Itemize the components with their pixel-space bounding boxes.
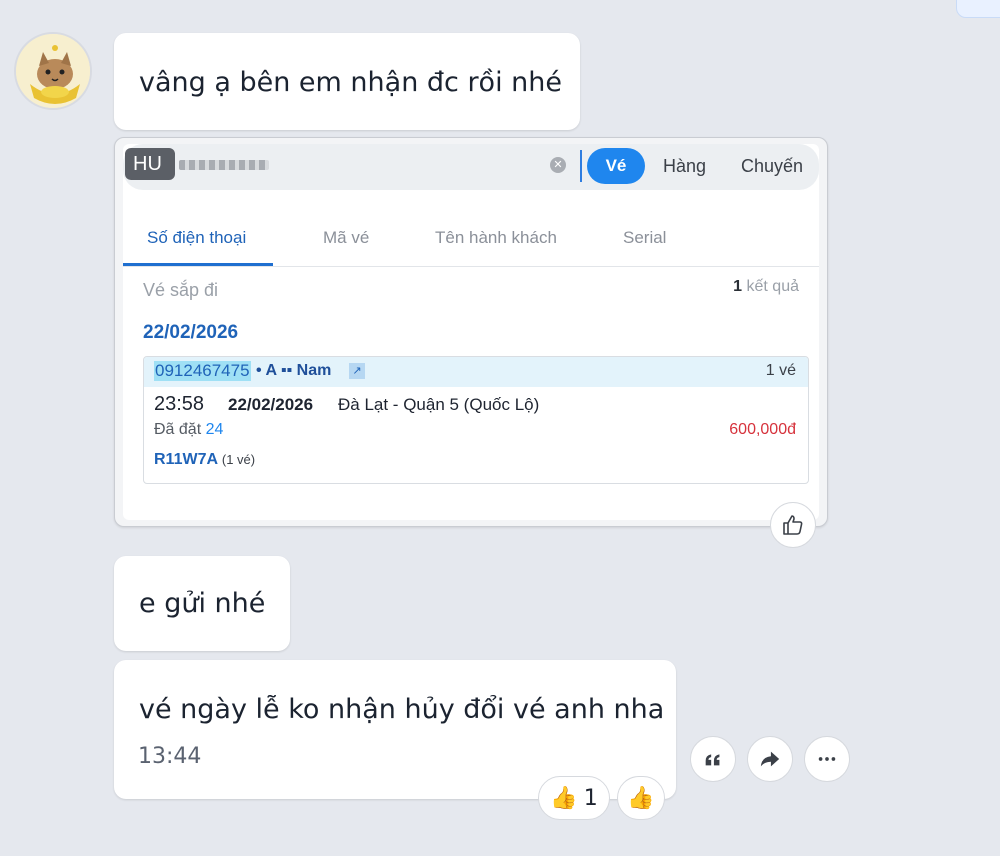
tab-phone: Số điện thoại	[147, 228, 247, 247]
ticket-phone: 0912467475	[154, 361, 251, 381]
thumbs-up-icon	[783, 515, 803, 535]
message-text: vâng ạ bên em nhận đc rồi nhé	[139, 67, 562, 98]
quote-button[interactable]	[690, 736, 736, 782]
redacted-search-text	[179, 160, 269, 170]
message-text: vé ngày lễ ko nhận hủy đổi vé anh nha	[139, 694, 665, 725]
ticket-code: R11W7A (1 vé)	[154, 451, 256, 468]
active-tab-underline	[123, 263, 273, 266]
cat-avatar-image	[16, 34, 90, 108]
previous-message-bubble	[956, 0, 1000, 18]
like-reaction-button[interactable]: 👍	[617, 776, 665, 820]
ticket-card: 0912467475 • A ▪▪ Nam ↗ 1 vé 23:58 22/02…	[143, 356, 809, 484]
forward-button[interactable]	[747, 736, 793, 782]
segment-hang: Hàng	[663, 156, 707, 176]
share-icon	[760, 751, 780, 767]
more-options-button[interactable]	[804, 736, 850, 782]
tab-ticket-code: Mã vé	[323, 228, 370, 247]
segment-chuyen: Chuyến	[741, 156, 804, 176]
tab-serial: Serial	[623, 228, 667, 247]
section-label: Vé sắp đi	[143, 280, 219, 300]
message-bubble[interactable]: e gửi nhé	[114, 556, 290, 651]
ticket-price: 600,000đ	[729, 421, 796, 438]
reaction-count: 1	[583, 785, 598, 811]
search-separator	[580, 150, 582, 182]
ticket-search-screenshot: HU ✕ Vé Hàng Chuyến Số điện thoại Mã vé …	[123, 144, 819, 520]
more-icon	[818, 757, 836, 761]
tab-passenger-name: Tên hành khách	[435, 228, 557, 247]
segment-ve: Vé	[587, 148, 645, 184]
react-button[interactable]	[770, 502, 816, 548]
quote-icon	[705, 754, 720, 766]
message-bubble[interactable]: vâng ạ bên em nhận đc rồi nhé	[114, 33, 580, 130]
reaction-summary[interactable]: 👍 1	[538, 776, 610, 820]
search-tabs: Số điện thoại Mã vé Tên hành khách Seria…	[123, 214, 819, 267]
clear-icon: ✕	[550, 157, 566, 173]
ticket-count: 1 vé	[765, 362, 796, 379]
date-heading: 22/02/2026	[143, 322, 239, 343]
ticket-booked: Đã đặt 24	[154, 421, 224, 438]
external-link-icon: ↗	[349, 363, 365, 379]
avatar[interactable]	[14, 32, 92, 110]
result-count: 1 kết quả	[733, 278, 799, 295]
thumbs-up-emoji-icon: 👍	[627, 785, 655, 811]
message-text: e gửi nhé	[139, 588, 266, 619]
ticket-date: 22/02/2026	[228, 395, 314, 414]
search-prefix-tag: HU	[125, 148, 175, 180]
ticket-route: Đà Lạt - Quận 5 (Quốc Lộ)	[338, 395, 540, 414]
ticket-time: 23:58	[154, 393, 205, 415]
ticket-passenger: • A ▪▪ Nam	[256, 362, 332, 379]
thumbs-up-emoji-icon: 👍	[550, 785, 578, 811]
message-timestamp: 13:44	[138, 744, 202, 769]
image-message[interactable]: HU ✕ Vé Hàng Chuyến Số điện thoại Mã vé …	[114, 137, 828, 527]
search-bar: HU ✕ Vé Hàng Chuyến	[123, 144, 819, 190]
